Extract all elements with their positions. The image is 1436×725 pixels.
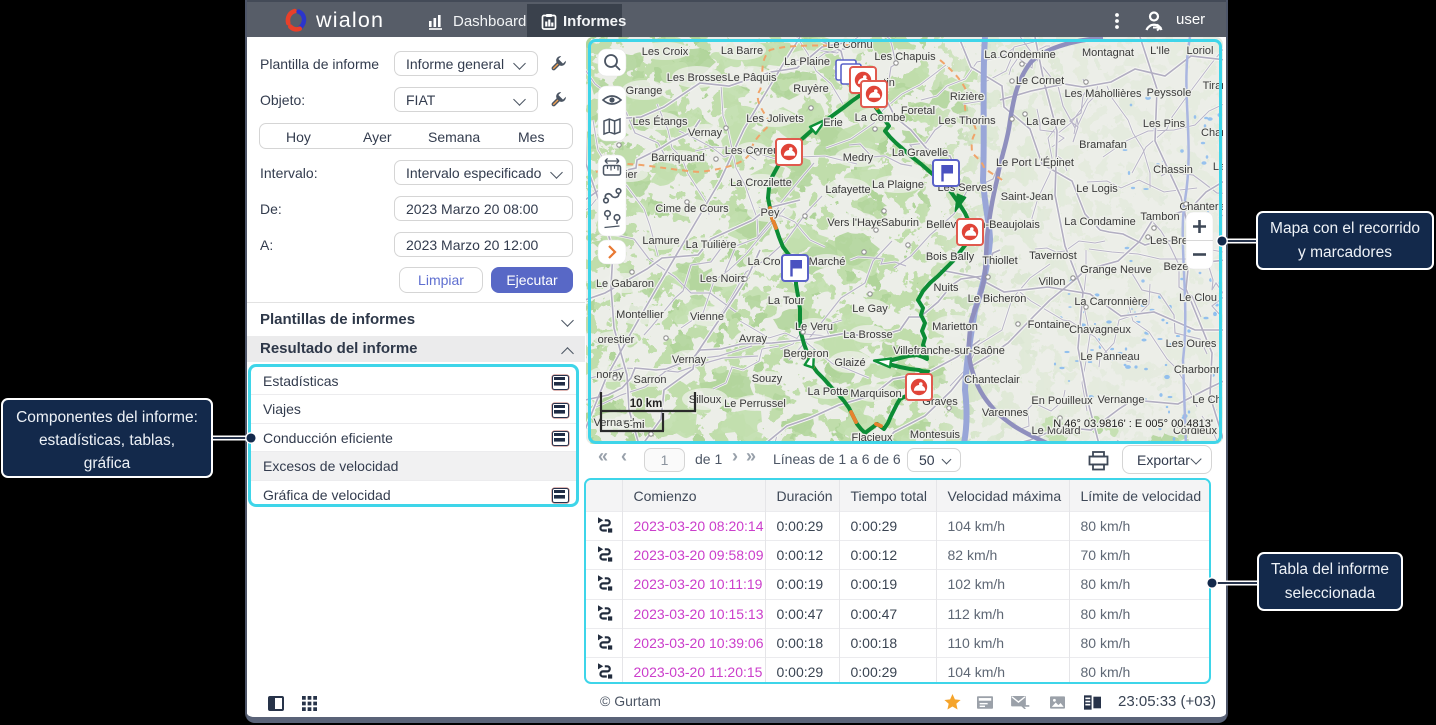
svg-text:Les Chapuis: Les Chapuis — [874, 51, 936, 63]
svg-text:Sarron: Sarron — [633, 374, 666, 386]
svg-text:En Pouilleux: En Pouilleux — [1031, 395, 1093, 407]
svg-text:Medry: Medry — [843, 152, 874, 164]
svg-text:noray: noray — [596, 369, 624, 381]
svg-text:Varennes: Varennes — [982, 407, 1029, 419]
svg-text:Tiran: Tiran — [1203, 80, 1226, 92]
svg-text:Marquison: Marquison — [850, 388, 901, 400]
svg-text:La Crozilette: La Crozilette — [730, 177, 792, 189]
svg-text:Les Correu: Les Correu — [725, 145, 779, 157]
svg-text:Vienne: Vienne — [690, 311, 724, 323]
svg-text:Bergeron: Bergeron — [783, 348, 828, 360]
svg-text:Saint-Jean: Saint-Jean — [1001, 191, 1054, 203]
svg-text:La Plaine: La Plaine — [784, 56, 830, 68]
svg-text:Le Clou: Le Clou — [1179, 292, 1217, 304]
svg-text:La Condamine: La Condamine — [1064, 216, 1136, 228]
svg-text:Grange Neuve: Grange Neuve — [1080, 264, 1152, 276]
svg-text:Saburin: Saburin — [881, 217, 919, 229]
svg-text:Ruyère: Ruyère — [793, 83, 828, 95]
svg-text:10 km: 10 km — [630, 398, 663, 410]
svg-text:La Tour: La Tour — [768, 295, 805, 307]
svg-text:Le Perrussel: Le Perrussel — [724, 398, 786, 410]
svg-text:La Barre: La Barre — [721, 45, 763, 57]
svg-text:Souzy: Souzy — [752, 373, 783, 385]
svg-text:L'Ile: L'Ile — [1150, 45, 1170, 57]
svg-text:Villon: Villon — [1039, 276, 1066, 288]
svg-text:Loriol: Loriol — [1187, 45, 1214, 57]
svg-text:Chavagneux: Chavagneux — [1069, 324, 1131, 336]
svg-text:Grange: Grange — [626, 85, 663, 97]
svg-text:Villefranche-sur-Saône: Villefranche-sur-Saône — [893, 345, 1005, 357]
svg-text:Les Étangs: Les Étangs — [632, 115, 688, 128]
svg-text:La Gare: La Gare — [1026, 116, 1066, 128]
svg-text:Nuits: Nuits — [933, 282, 959, 294]
svg-text:Les Mahollières: Les Mahollières — [1064, 88, 1142, 100]
svg-text:Bramafan: Bramafan — [1079, 139, 1127, 151]
svg-text:Les Noirs: Les Noirs — [700, 273, 747, 285]
svg-text:Bois Bally: Bois Bally — [926, 251, 975, 263]
svg-text:Les Bre: Les Bre — [1150, 235, 1188, 247]
svg-text:Tavernost: Tavernost — [1029, 250, 1077, 262]
svg-text:Marietton: Marietton — [932, 321, 978, 333]
svg-text:Les Croix: Les Croix — [642, 46, 689, 58]
svg-text:Fontaine: Fontaine — [1028, 319, 1071, 331]
svg-text:Pey: Pey — [761, 207, 780, 219]
svg-text:Rizière: Rizière — [950, 91, 984, 103]
svg-text:Vernange: Vernange — [1097, 394, 1144, 406]
svg-text:La Brosse: La Brosse — [843, 329, 893, 341]
svg-text:Lamure: Lamure — [642, 235, 679, 247]
svg-text:Montesuis: Montesuis — [910, 429, 961, 441]
svg-text:Barriquand: Barriquand — [651, 152, 705, 164]
svg-text:Vernay: Vernay — [672, 354, 707, 366]
svg-text:Chanteclair: Chanteclair — [964, 374, 1020, 386]
svg-text:Montellier: Montellier — [616, 309, 664, 321]
svg-text:Erie: Erie — [823, 117, 843, 129]
svg-text:Le Cornet: Le Cornet — [1016, 75, 1064, 87]
svg-text:Cime de Cours: Cime de Cours — [655, 203, 729, 215]
svg-text:Vernay: Vernay — [688, 127, 723, 139]
svg-text:Montagnat: Montagnat — [1082, 47, 1134, 59]
svg-text:Le Ch: Le Ch — [1192, 394, 1221, 406]
svg-text:La Combe: La Combe — [855, 112, 906, 124]
svg-text:Chassin: Chassin — [1153, 164, 1193, 176]
svg-text:Les Brosses: Les Brosses — [667, 72, 728, 84]
svg-text:La Condemine: La Condemine — [984, 49, 1056, 61]
svg-text:Peyssole: Peyssole — [1147, 87, 1192, 99]
svg-text:La Gravelle: La Gravelle — [892, 147, 948, 159]
svg-text:Foretal: Foretal — [901, 105, 935, 117]
svg-text:Le Bicheron: Le Bicheron — [968, 293, 1027, 305]
svg-text:N 46° 03.9816' : E 005° 00.481: N 46° 03.9816' : E 005° 00.4813' — [1053, 418, 1213, 430]
svg-text:Vers l'Haye: Vers l'Haye — [827, 217, 882, 229]
svg-text:Charbonn: Charbonn — [1174, 364, 1222, 376]
svg-text:La Potte: La Potte — [808, 386, 849, 398]
svg-text:orestier: orestier — [598, 334, 635, 346]
svg-text:Lafayette: Lafayette — [825, 184, 870, 196]
svg-text:Chara: Chara — [1201, 127, 1226, 139]
svg-text:Le Port L'Épinet: Le Port L'Épinet — [996, 156, 1074, 169]
svg-text:Thiollet: Thiollet — [982, 255, 1017, 267]
svg-text:Les Pins: Les Pins — [1143, 118, 1186, 130]
svg-text:Marché: Marché — [809, 256, 846, 268]
svg-text:Les Thorins: Les Thorins — [938, 115, 996, 127]
svg-text:Les Oures: Les Oures — [1166, 338, 1217, 350]
svg-text:Avray: Avray — [739, 333, 767, 345]
svg-text:Tambon: Tambon — [1140, 211, 1179, 223]
svg-text:Le Logis: Le Logis — [1076, 183, 1118, 195]
svg-text:Silloux: Silloux — [689, 394, 722, 406]
svg-text:Les Jolivets: Les Jolivets — [746, 113, 804, 125]
svg-text:Le Pâquis: Le Pâquis — [728, 72, 777, 84]
svg-text:Le Gabaron: Le Gabaron — [596, 278, 654, 290]
svg-text:Glaizé: Glaizé — [834, 357, 865, 369]
svg-text:Le Gay: Le Gay — [852, 303, 888, 315]
svg-text:La Tuilière: La Tuilière — [686, 239, 737, 251]
svg-text:Beze: Beze — [1163, 261, 1188, 273]
svg-text:5 mi: 5 mi — [624, 419, 645, 431]
svg-text:Le Panneau: Le Panneau — [1080, 351, 1139, 363]
svg-text:La Plaigne: La Plaigne — [872, 179, 924, 191]
